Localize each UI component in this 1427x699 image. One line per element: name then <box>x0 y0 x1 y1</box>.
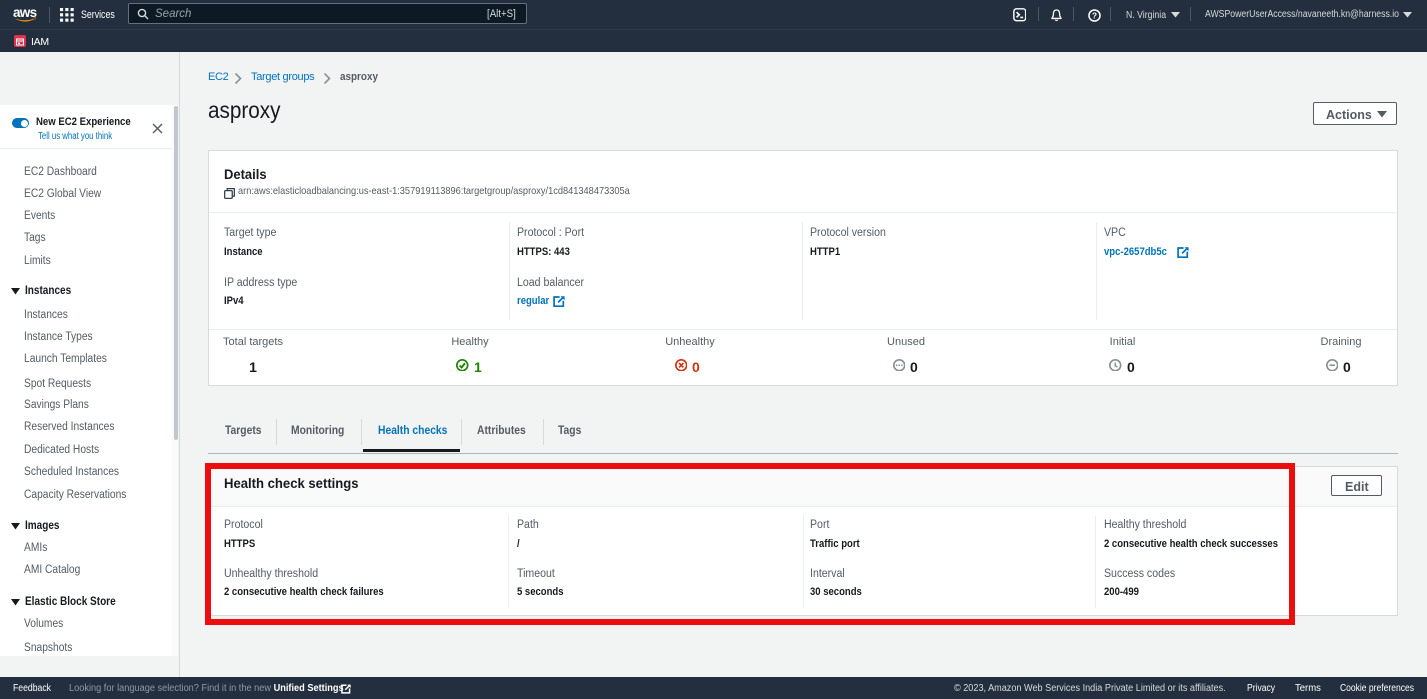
svg-text:aws: aws <box>13 5 37 20</box>
svg-text:?: ? <box>1091 11 1096 20</box>
